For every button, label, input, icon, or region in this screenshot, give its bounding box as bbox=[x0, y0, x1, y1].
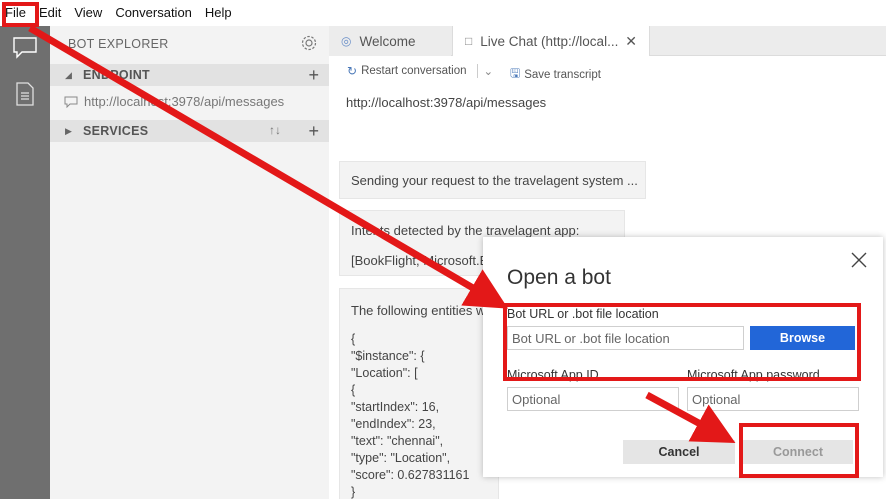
chat-message: The following entities w { "$instance": … bbox=[339, 288, 499, 499]
chat-endpoint-url: http://localhost:3978/api/messages bbox=[346, 95, 547, 110]
bot-url-input[interactable] bbox=[507, 326, 744, 350]
welcome-tab-icon: ◎ bbox=[341, 34, 352, 48]
app-id-label: Microsoft App ID bbox=[507, 368, 599, 382]
endpoint-item[interactable]: http://localhost:3978/api/messages bbox=[64, 94, 284, 109]
json-line: "endIndex": 23, bbox=[351, 417, 436, 431]
restart-label: Restart conversation bbox=[361, 65, 467, 77]
json-line: { bbox=[351, 332, 356, 346]
json-line: "type": "Location", bbox=[351, 451, 451, 465]
json-line: } bbox=[351, 485, 356, 499]
menu-conversation[interactable]: Conversation bbox=[115, 0, 192, 26]
chat-toolbar: ↻ Restart conversation ⌄ 🖫 Save transcri… bbox=[329, 56, 886, 86]
chevron-down-icon[interactable]: ⌄ bbox=[476, 64, 493, 78]
message-text: The following entities w bbox=[351, 303, 486, 318]
json-line: "text": "chennai", bbox=[351, 434, 444, 448]
endpoint-section-header[interactable]: ◢ ENDPOINT + bbox=[50, 64, 329, 86]
gear-icon[interactable] bbox=[300, 34, 318, 52]
services-section-header[interactable]: ▶ SERVICES ↑↓ + bbox=[50, 120, 329, 142]
bot-explorer-panel: BOT EXPLORER ◢ ENDPOINT + http://localho… bbox=[50, 26, 329, 499]
tab-bar: ◎ Welcome □ Live Chat (http://local... ✕ bbox=[329, 26, 886, 56]
tab-welcome-label: Welcome bbox=[359, 33, 416, 49]
close-icon[interactable]: ✕ bbox=[625, 33, 637, 50]
bot-url-label: Bot URL or .bot file location bbox=[507, 307, 659, 321]
services-section-label: SERVICES bbox=[83, 124, 149, 138]
save-icon: 🖫 bbox=[510, 66, 521, 80]
tab-live-chat[interactable]: □ Live Chat (http://local... ✕ bbox=[452, 26, 650, 56]
add-service-icon[interactable]: + bbox=[308, 122, 319, 140]
json-line: "$instance": { bbox=[351, 349, 425, 363]
tab-live-chat-label: Live Chat (http://local... bbox=[480, 33, 619, 49]
chat-bubble-icon bbox=[64, 96, 78, 108]
chat-tab-icon: □ bbox=[465, 34, 473, 48]
save-transcript-button[interactable]: 🖫 Save transcript bbox=[510, 64, 601, 85]
endpoint-url: http://localhost:3978/api/messages bbox=[84, 94, 285, 109]
app-id-input[interactable] bbox=[507, 387, 679, 411]
menu-help[interactable]: Help bbox=[205, 0, 232, 26]
app-password-label: Microsoft App password bbox=[687, 368, 820, 382]
document-icon[interactable] bbox=[12, 81, 38, 107]
close-icon[interactable] bbox=[849, 250, 869, 270]
restart-icon: ↻ bbox=[347, 64, 358, 78]
explorer-title: BOT EXPLORER bbox=[68, 37, 169, 51]
activity-bar bbox=[0, 26, 50, 499]
menu-view[interactable]: View bbox=[74, 0, 102, 26]
json-line: "startIndex": 16, bbox=[351, 400, 440, 414]
json-line: { bbox=[351, 383, 356, 397]
app-password-input[interactable] bbox=[687, 387, 859, 411]
menu-edit[interactable]: Edit bbox=[39, 0, 61, 26]
json-line: "Location": [ bbox=[351, 366, 418, 380]
chat-icon[interactable] bbox=[12, 35, 38, 61]
cancel-button[interactable]: Cancel bbox=[623, 440, 735, 464]
chevron-right-icon: ▶ bbox=[65, 126, 72, 136]
add-endpoint-icon[interactable]: + bbox=[308, 66, 319, 84]
json-line: "score": 0.627831161 bbox=[351, 468, 470, 482]
chevron-down-icon: ◢ bbox=[65, 70, 72, 80]
dialog-title: Open a bot bbox=[507, 266, 611, 289]
save-transcript-label: Save transcript bbox=[524, 68, 601, 81]
message-text: Sending your request to the travelagent … bbox=[351, 173, 638, 188]
message-text: Intents detected by the travelagent app: bbox=[351, 223, 580, 238]
menu-bar: File Edit View Conversation Help bbox=[0, 0, 886, 26]
chat-message: Sending your request to the travelagent … bbox=[339, 161, 646, 199]
tab-welcome[interactable]: ◎ Welcome bbox=[329, 26, 451, 56]
sort-icon[interactable]: ↑↓ bbox=[269, 123, 281, 137]
open-bot-dialog: Open a bot Bot URL or .bot file location… bbox=[483, 237, 883, 477]
endpoint-section-label: ENDPOINT bbox=[83, 68, 150, 82]
menu-file[interactable]: File bbox=[5, 0, 26, 26]
connect-button[interactable]: Connect bbox=[743, 440, 853, 464]
restart-conversation-button[interactable]: ↻ Restart conversation ⌄ bbox=[347, 64, 493, 78]
browse-button[interactable]: Browse bbox=[750, 326, 855, 350]
